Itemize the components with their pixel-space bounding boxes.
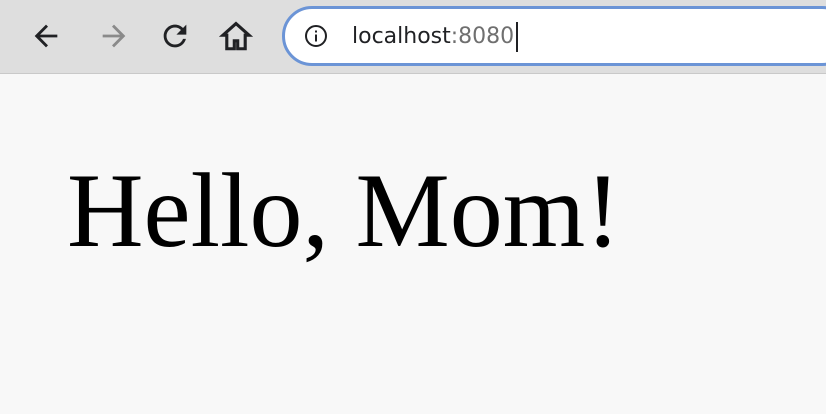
url-port: :8080 xyxy=(450,24,515,49)
url-host: localhost xyxy=(352,24,451,49)
reload-icon xyxy=(163,24,187,48)
address-bar[interactable]: localhost:8080 xyxy=(282,6,826,66)
page-content: Hello, Mom! xyxy=(0,75,826,414)
url-text[interactable]: localhost:8080 xyxy=(352,21,519,53)
forward-arrow-icon xyxy=(102,24,126,48)
home-icon xyxy=(219,21,253,51)
back-button[interactable] xyxy=(26,16,66,56)
browser-toolbar: localhost:8080 xyxy=(0,0,826,74)
info-icon[interactable] xyxy=(304,24,328,48)
text-cursor xyxy=(516,22,519,52)
page-heading: Hello, Mom! xyxy=(67,152,621,269)
back-arrow-icon xyxy=(34,24,58,48)
forward-button[interactable] xyxy=(94,16,134,56)
home-button[interactable] xyxy=(216,16,256,56)
reload-button[interactable] xyxy=(155,16,195,56)
